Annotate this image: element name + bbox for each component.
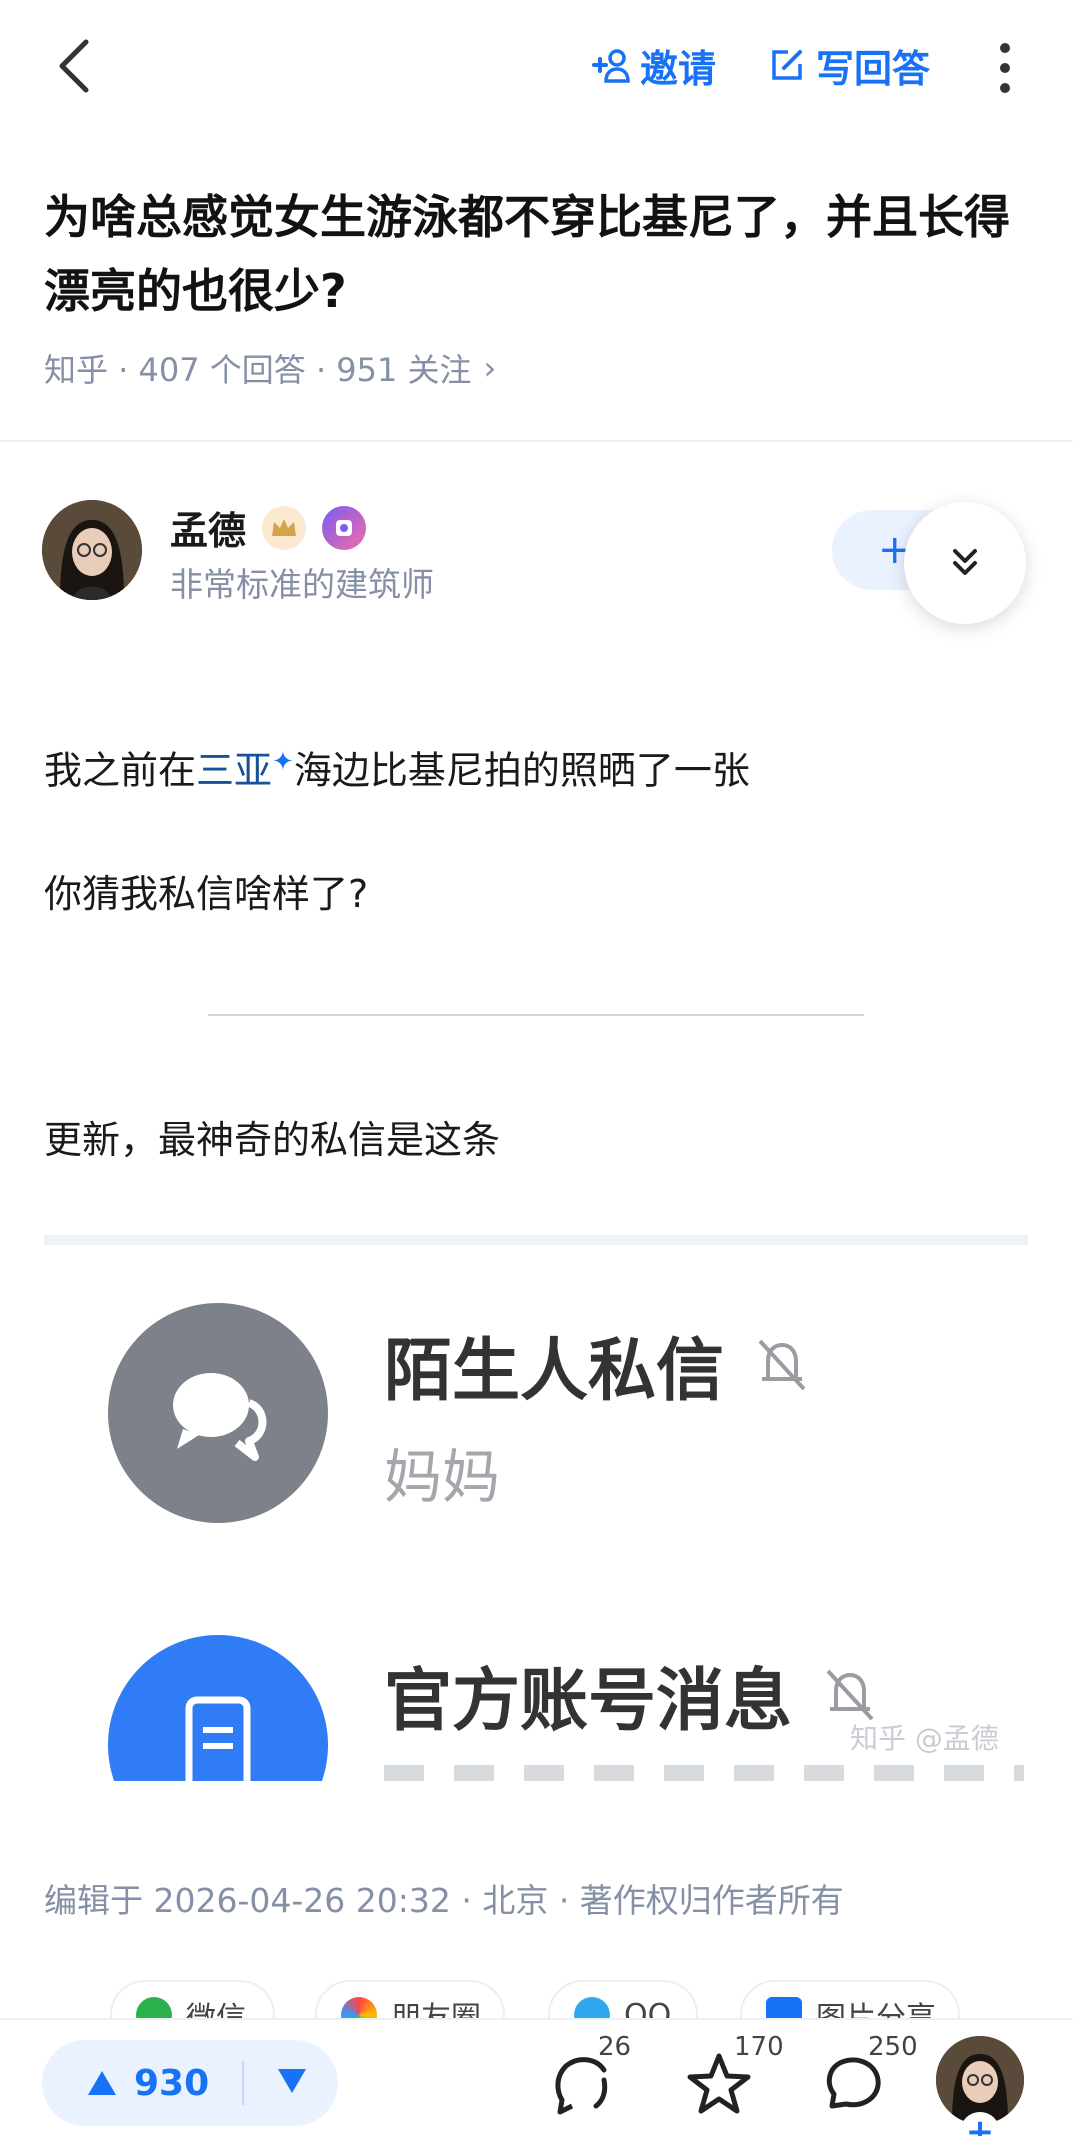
reply-count: 250 [868, 2032, 918, 2062]
p1-text-after: 海边比基尼拍的照晒了一张 [293, 748, 750, 793]
divider [0, 440, 1073, 442]
share-image-button[interactable]: 图片分享 [740, 1980, 960, 2020]
upvote-button[interactable]: 930 [42, 2063, 242, 2104]
chat-bubbles-icon [108, 1303, 328, 1523]
share-qq-button[interactable]: QQ [548, 1980, 698, 2020]
invite-person-icon [592, 49, 630, 83]
official-messages-title-row: 官方账号消息 [384, 1645, 878, 1744]
question-title[interactable]: 为啥总感觉女生游泳都不穿比基尼了，并且长得漂亮的也很少? [44, 180, 1034, 328]
downvote-triangle-icon [278, 2069, 306, 2093]
collapse-button[interactable] [904, 502, 1026, 624]
double-chevron-down-icon [953, 549, 977, 575]
question-stats: 知乎 · 407 个回答 · 951 关注 [44, 351, 472, 389]
invite-label: 邀请 [640, 46, 717, 91]
invite-button[interactable]: 邀请 [590, 40, 717, 91]
author-avatar-small[interactable] [936, 2036, 1024, 2124]
share-moments-label: 朋友圈 [391, 2001, 481, 2020]
content-divider [208, 1014, 864, 1016]
content-paragraph-2: 你猜我私信啥样了? [44, 872, 369, 916]
share-moments-button[interactable]: 朋友圈 [315, 1980, 505, 2020]
cut-off-text [384, 1765, 1024, 1781]
vote-pill: 930 [42, 2040, 338, 2126]
author-name: 孟德 [170, 509, 247, 553]
chevron-right-icon: › [483, 349, 497, 387]
edit-icon [772, 50, 802, 80]
stranger-messages-title-row: 陌生人私信 [384, 1315, 810, 1414]
share-wechat-button[interactable]: 微信 [110, 1980, 275, 2020]
reply-button[interactable]: 250 [818, 2032, 918, 2120]
favorite-count: 170 [734, 2032, 784, 2062]
sanya-link[interactable]: 三亚 [196, 749, 272, 793]
stranger-messages-title: 陌生人私信 [384, 1332, 725, 1411]
sparkle-icon: ✦ [272, 747, 294, 777]
comment-button[interactable]: 26 [548, 2032, 631, 2120]
top-bar: 邀请 写回答 [0, 0, 1073, 140]
stranger-messages-preview: 妈妈 [384, 1443, 501, 1511]
write-answer-button[interactable]: 写回答 [768, 40, 931, 91]
embed-top-border [44, 1235, 1028, 1245]
wechat-icon [136, 1997, 172, 2020]
content-paragraph-3: 更新，最神奇的私信是这条 [44, 1118, 501, 1162]
favorite-button[interactable]: 170 [684, 2032, 784, 2120]
more-options-icon[interactable] [990, 40, 1020, 96]
follow-plus-icon-small[interactable]: + [960, 2112, 1000, 2136]
official-messages-title: 官方账号消息 [384, 1662, 793, 1741]
bottom-action-bar: 930 26 170 250 + [0, 2018, 1073, 2136]
share-image-label: 图片分享 [816, 2001, 936, 2020]
author-name-row[interactable]: 孟德 [170, 500, 367, 555]
author-avatar[interactable] [42, 500, 142, 600]
question-meta[interactable]: 知乎 · 407 个回答 · 951 关注 › [44, 345, 496, 391]
write-answer-label: 写回答 [816, 46, 931, 91]
image-share-icon [766, 1997, 802, 2020]
qq-icon [574, 1997, 610, 2020]
creator-badge-icon [322, 505, 367, 550]
share-row: 微信 朋友圈 QQ 图片分享 [0, 1980, 1073, 2020]
back-icon[interactable] [50, 36, 100, 96]
embedded-screenshot[interactable]: 陌生人私信 妈妈 官方账号消息 知乎 @孟德 [44, 1235, 1028, 1781]
upvote-triangle-icon [88, 2071, 116, 2095]
crown-badge-icon [262, 505, 307, 550]
edit-metadata: 编辑于 2026-04-26 20:32 · 北京 · 著作权归作者所有 [44, 1881, 844, 1920]
comment-count: 26 [598, 2032, 632, 2062]
author-bio: 非常标准的建筑师 [170, 565, 434, 604]
p1-text-before: 我之前在 [44, 748, 197, 793]
downvote-button[interactable] [244, 2067, 308, 2099]
share-qq-label: QQ [624, 1997, 672, 2021]
content-paragraph-1: 我之前在三亚✦海边比基尼拍的照晒了一张 [44, 732, 750, 801]
official-account-icon [108, 1635, 328, 1781]
share-wechat-label: 微信 [186, 2001, 246, 2020]
mute-bell-icon [758, 1339, 806, 1390]
image-watermark: 知乎 @孟德 [850, 1722, 999, 1755]
upvote-count: 930 [134, 2062, 210, 2104]
moments-icon [341, 1997, 377, 2020]
mute-bell-icon [826, 1669, 874, 1720]
